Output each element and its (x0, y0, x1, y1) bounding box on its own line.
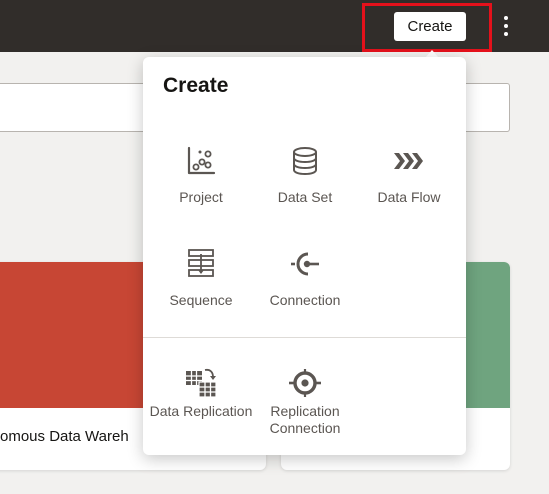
card-title: omous Data Wareh (0, 428, 129, 445)
create-data-replication-tile[interactable]: Data Replication (149, 363, 253, 445)
data-flow-chevrons-icon (394, 153, 423, 169)
replication-connection-icon (289, 369, 321, 397)
create-menu-popup: Create Project Data Set Data Flow Sequen… (143, 57, 466, 455)
data-replication-icon (186, 368, 217, 398)
create-project-tile[interactable]: Project (149, 141, 253, 223)
create-data-flow-label: Data Flow (377, 189, 441, 205)
create-replication-connection-tile[interactable]: Replication Connection (253, 363, 357, 445)
create-data-set-label: Data Set (277, 189, 333, 205)
create-connection-tile[interactable]: Connection (253, 244, 357, 326)
database-icon (293, 147, 317, 176)
create-menu-divider (143, 337, 466, 338)
create-replication-connection-label: Replication Connection (269, 403, 341, 436)
project-scatter-icon (187, 146, 216, 175)
create-button-highlight (362, 3, 492, 52)
create-menu-title: Create (163, 74, 229, 97)
create-sequence-tile[interactable]: Sequence (149, 244, 253, 326)
create-connection-label: Connection (269, 292, 341, 308)
create-data-set-tile[interactable]: Data Set (253, 141, 357, 223)
create-project-label: Project (179, 189, 223, 205)
sequence-icon (188, 249, 214, 277)
top-bar: Create (0, 0, 549, 52)
connection-plug-icon (291, 252, 319, 276)
more-options-icon[interactable] (497, 13, 515, 39)
create-sequence-label: Sequence (169, 292, 233, 308)
create-data-flow-tile[interactable]: Data Flow (357, 141, 461, 223)
create-data-replication-label: Data Replication (149, 403, 253, 419)
